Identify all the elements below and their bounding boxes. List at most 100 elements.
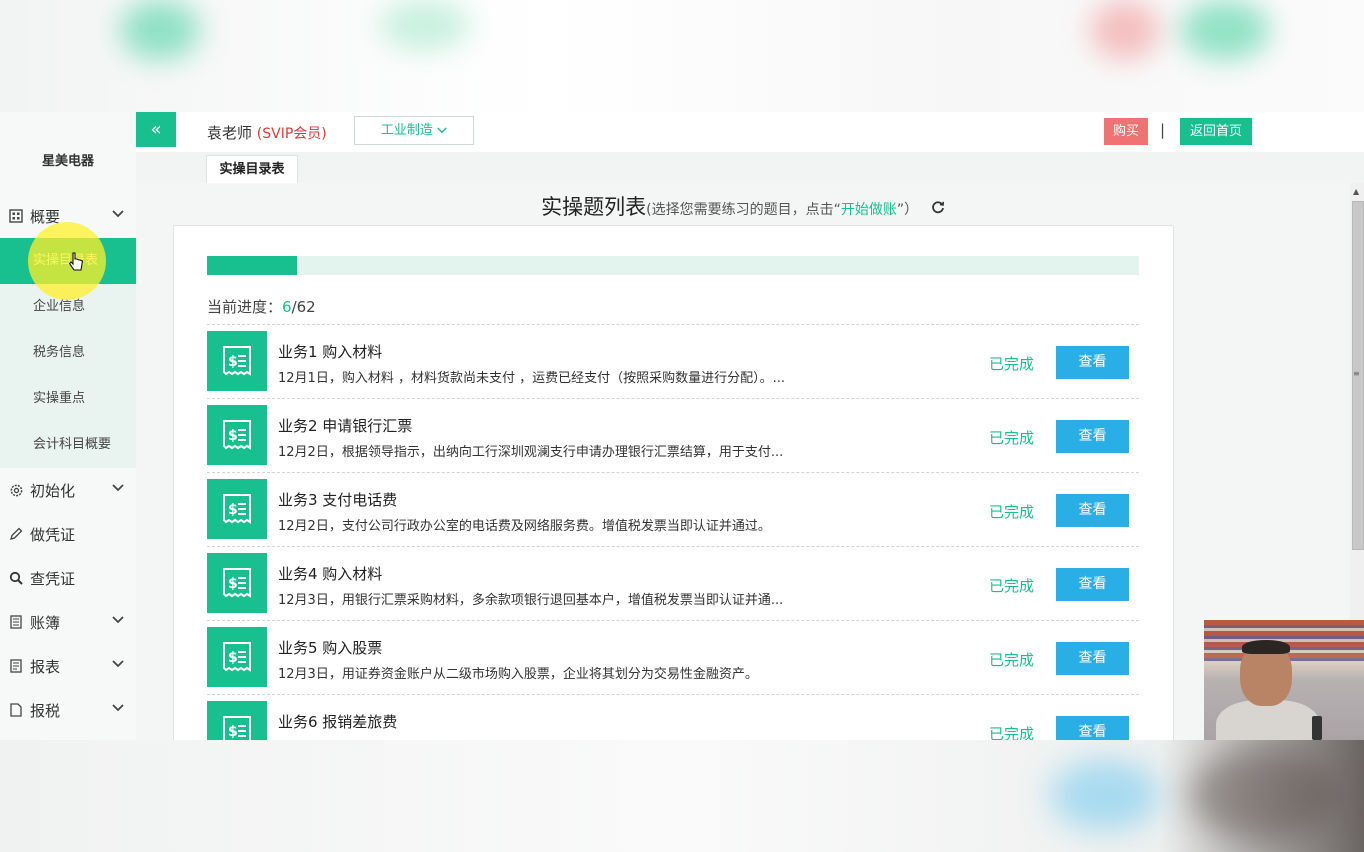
- menu-tax-filing-label: 报税: [30, 701, 61, 720]
- task-description: 12月2日，根据领导指示，出纳向工行深圳观澜支行申请办理银行汇票结算，用于支付.…: [278, 445, 784, 460]
- view-button[interactable]: 查看: [1056, 716, 1129, 740]
- buy-button[interactable]: 购买: [1104, 118, 1148, 145]
- task-name: 业务3 支付电话费: [278, 491, 398, 509]
- grid-icon: [8, 208, 24, 224]
- view-button[interactable]: 查看: [1056, 420, 1129, 453]
- task-name: 业务5 购入股票: [278, 639, 383, 657]
- view-button[interactable]: 查看: [1056, 642, 1129, 675]
- menu-report-label: 报表: [30, 657, 61, 676]
- progress-total: /62: [291, 298, 316, 316]
- page-title: 实操题列表(选择您需要练习的题目，点击“开始做账”）: [136, 191, 1350, 221]
- task-status: 已完成: [989, 725, 1035, 740]
- chevron-down-icon: [112, 701, 124, 715]
- page-title-hint: (选择您需要练习的题目，点击“开始做账”）: [646, 202, 918, 218]
- task-name: 业务1 购入材料: [278, 343, 383, 361]
- collapse-sidebar-button[interactable]: «: [136, 112, 176, 147]
- sidebar-item-practice-keypoints[interactable]: 实操重点: [0, 376, 136, 422]
- task-item: $ 业务4 购入材料 12月3日，用银行汇票采购材料，多余款项银行退回基本户，增…: [207, 546, 1139, 620]
- sidebar-item-tax-info[interactable]: 税务信息: [0, 330, 136, 376]
- menu-query-voucher[interactable]: 查凭证: [0, 556, 136, 600]
- task-item: $ 业务1 购入材料 12月1日，购入材料 ，材料货款尚未支付 ，运费已经支付（…: [207, 324, 1139, 398]
- menu-report[interactable]: 报表: [0, 644, 136, 688]
- receipt-dollar-icon: $: [207, 331, 267, 391]
- task-name: 业务2 申请银行汇票: [278, 417, 413, 435]
- tab-practice-catalog[interactable]: 实操目录表: [206, 155, 298, 184]
- practice-list-card: 当前进度：6/62 $ 业务1 购入材料 12月1日，购入材料 ，材料货款尚未支…: [173, 225, 1174, 740]
- task-name: 业务4 购入材料: [278, 565, 383, 583]
- user-level: (SVIP会员): [256, 126, 327, 142]
- user-name: 袁老师: [207, 124, 253, 142]
- sidebar-item-account-overview[interactable]: 会计科目概要: [0, 422, 136, 468]
- task-item: $ 业务2 申请银行汇票 12月2日，根据领导指示，出纳向工行深圳观澜支行申请办…: [207, 398, 1139, 472]
- scroll-grip-icon: ≡: [1353, 369, 1360, 378]
- svg-text:$: $: [228, 576, 238, 592]
- menu-ledger[interactable]: 账簿: [0, 600, 136, 644]
- receipt-dollar-icon: $: [207, 627, 267, 687]
- document-icon: [8, 702, 24, 718]
- blurred-top-area: [0, 0, 1364, 112]
- task-description: 12月1日，购入材料 ，材料货款尚未支付 ，运费已经支付（按照采购数量进行分配）…: [278, 371, 785, 386]
- industry-dropdown[interactable]: 工业制造: [354, 116, 474, 145]
- company-name: 星美电器: [41, 154, 94, 169]
- menu-make-voucher-label: 做凭证: [30, 525, 76, 544]
- report-icon: [8, 658, 24, 674]
- task-name: 业务6 报销差旅费: [278, 713, 398, 731]
- view-button[interactable]: 查看: [1056, 568, 1129, 601]
- industry-label: 工业制造: [380, 123, 433, 138]
- progress-label: 当前进度：: [207, 298, 283, 316]
- sidebar-item-company-info[interactable]: 企业信息: [0, 284, 136, 330]
- receipt-dollar-icon: $: [207, 553, 267, 613]
- page-title-text: 实操题列表: [541, 195, 647, 219]
- task-item: $ 业务3 支付电话费 12月2日，支付公司行政办公室的电话费及网络服务费。增值…: [207, 472, 1139, 546]
- hint-suffix: ”）: [896, 202, 919, 218]
- chevron-down-icon: [112, 657, 124, 671]
- receipt-dollar-icon: $: [207, 479, 267, 539]
- search-icon: [8, 570, 24, 586]
- ledger-icon: [8, 614, 24, 630]
- task-item: $ 业务5 购入股票 12月3日，用证券资金账户从二级市场购入股票，企业将其划分…: [207, 620, 1139, 694]
- top-bar: « 袁老师 (SVIP会员) 工业制造 购买 | 返回首页: [136, 112, 1364, 153]
- webcam-video: [1204, 620, 1364, 740]
- task-item: $ 业务6 报销差旅费 12月4日，管理部门报销差旅费：餐费526元、住宿费12…: [207, 694, 1139, 740]
- task-status: 已完成: [989, 577, 1035, 595]
- svg-text:$: $: [228, 354, 238, 370]
- task-description: 12月3日，用银行汇票采购材料，多余款项银行退回基本户，增值税发票当即认证并通.…: [278, 593, 784, 608]
- scroll-up-arrow-icon[interactable]: ▲: [1353, 187, 1359, 196]
- hint-highlight: 开始做账: [840, 202, 897, 218]
- task-description: 12月4日，管理部门报销差旅费：餐费526元、住宿费1290元、交通费2520元: [278, 737, 878, 740]
- tab-bar: 实操目录表: [136, 152, 1364, 184]
- menu-overview-label: 概要: [30, 207, 61, 226]
- svg-text:$: $: [228, 724, 238, 740]
- topbar-separator: |: [1160, 121, 1166, 139]
- task-status: 已完成: [989, 503, 1035, 521]
- progress-text: 当前进度：6/62: [207, 296, 316, 317]
- svg-text:$: $: [228, 428, 238, 444]
- menu-initialize-label: 初始化: [30, 481, 76, 500]
- progress-bar: [207, 256, 1139, 275]
- hint-prefix: (选择您需要练习的题目，点击“: [646, 202, 841, 218]
- chevron-down-icon: [112, 207, 124, 221]
- task-status: 已完成: [989, 651, 1035, 669]
- menu-tax-filing[interactable]: 报税: [0, 688, 136, 732]
- sidebar: 星美电器 概要 实操目录表 企业信息 税务信息 实操重点 会计科目概要 初始化: [0, 112, 137, 740]
- task-description: 12月2日，支付公司行政办公室的电话费及网络服务费。增值税发票当即认证并通过。: [278, 519, 771, 534]
- menu-make-voucher[interactable]: 做凭证: [0, 512, 136, 556]
- menu-initialize[interactable]: 初始化: [0, 468, 136, 512]
- menu-overview[interactable]: 概要: [0, 194, 136, 238]
- gear-icon: [8, 482, 24, 498]
- progress-bar-fill: [207, 256, 298, 275]
- back-home-button[interactable]: 返回首页: [1180, 118, 1252, 145]
- task-status: 已完成: [989, 429, 1035, 447]
- main-content: 实操题列表(选择您需要练习的题目，点击“开始做账”） 当前进度：6/62 $ 业…: [136, 183, 1350, 740]
- receipt-dollar-icon: $: [207, 701, 267, 740]
- refresh-icon[interactable]: [931, 200, 945, 218]
- hand-cursor-icon: [68, 252, 84, 277]
- progress-current: 6: [282, 298, 292, 316]
- receipt-dollar-icon: $: [207, 405, 267, 465]
- menu-group-overview: 概要 实操目录表 企业信息 税务信息 实操重点 会计科目概要: [0, 194, 136, 468]
- view-button[interactable]: 查看: [1056, 346, 1129, 379]
- svg-text:$: $: [228, 650, 238, 666]
- user-info: 袁老师 (SVIP会员): [207, 122, 327, 143]
- chevron-down-icon: [112, 613, 124, 627]
- view-button[interactable]: 查看: [1056, 494, 1129, 527]
